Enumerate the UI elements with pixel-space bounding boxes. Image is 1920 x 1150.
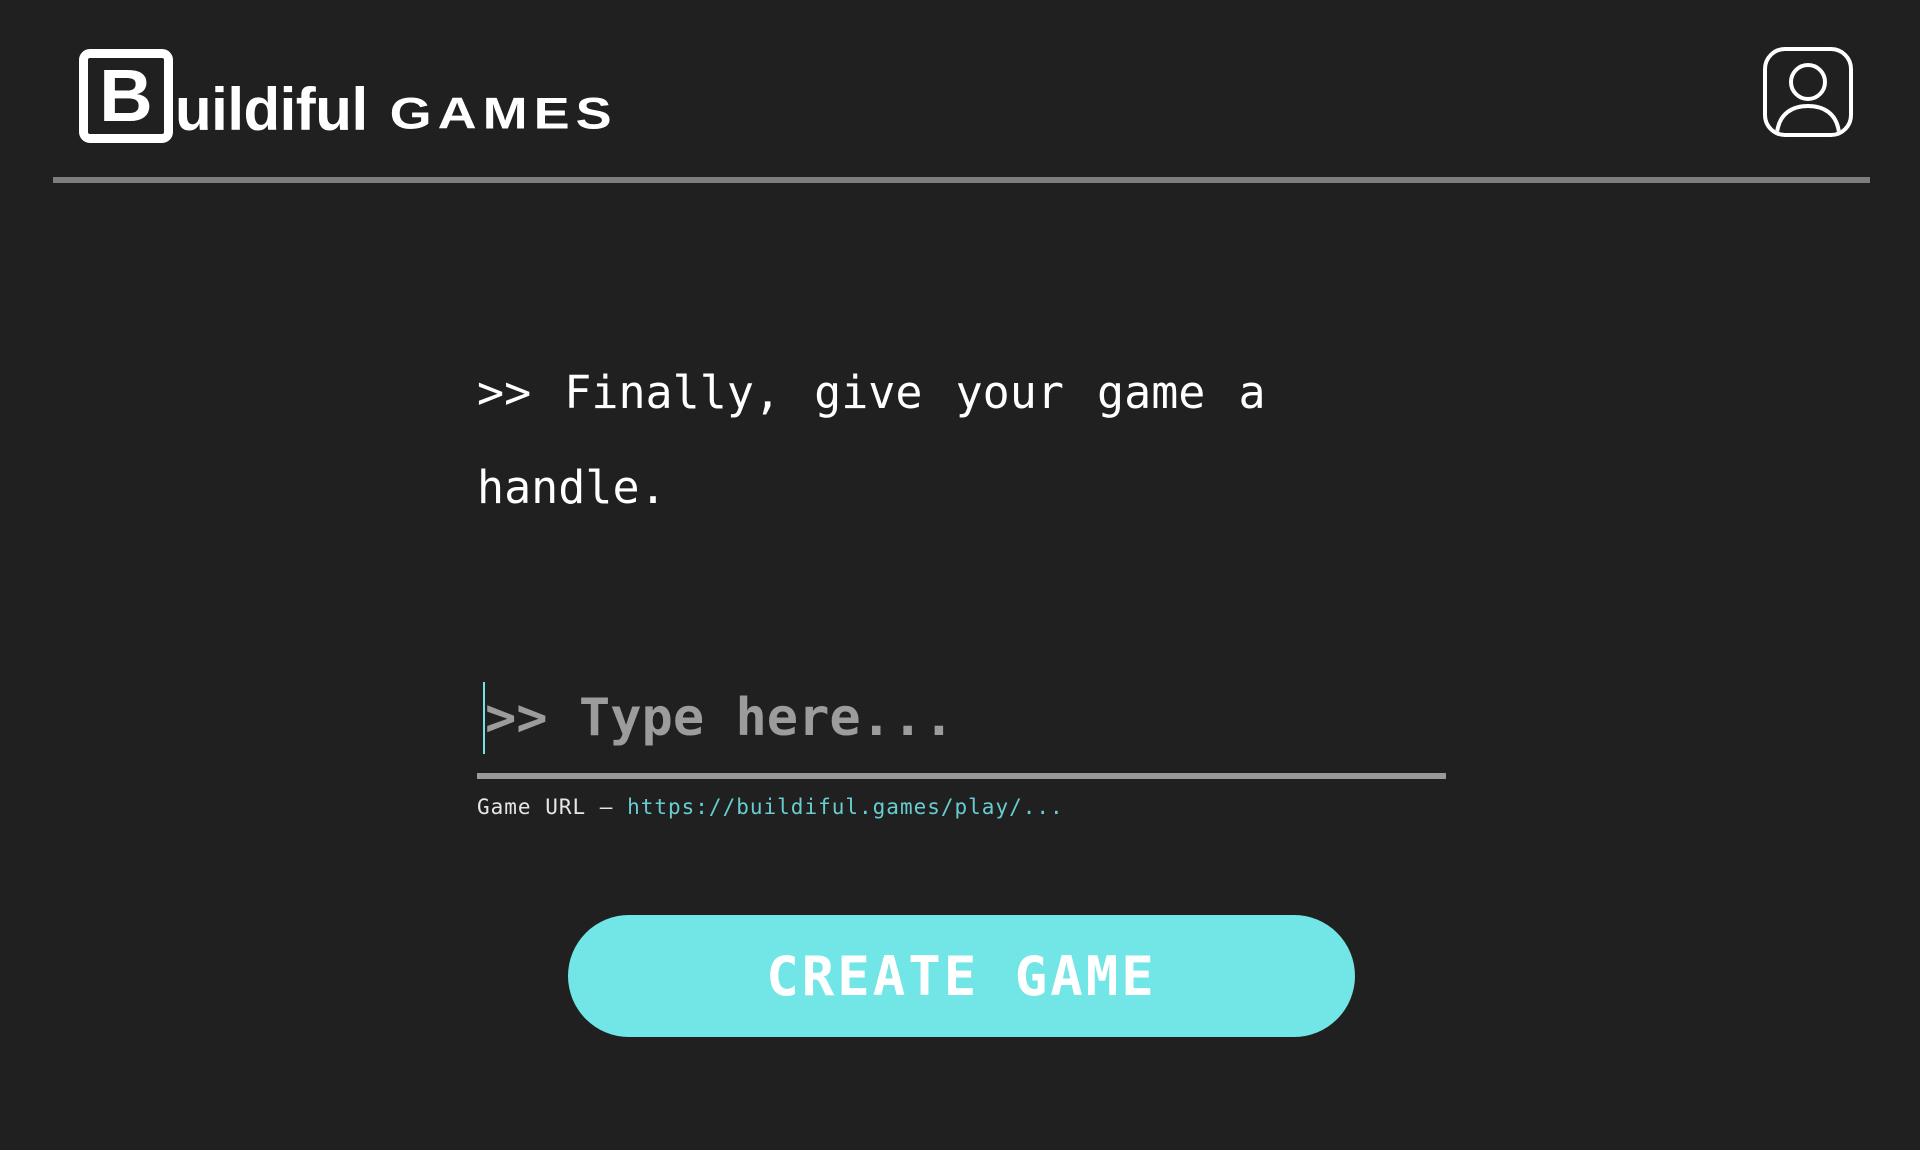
game-url-value: https://buildiful.games/play/... (627, 795, 1064, 819)
buildiful-games-logo[interactable]: B uildiful GAMES (79, 42, 618, 144)
logo-word: uildiful (175, 76, 368, 143)
game-url-line: Game URL – https://buildiful.games/play/… (477, 794, 1064, 820)
game-url-label: Game URL – (477, 795, 628, 819)
prompt-line-2: handle. (477, 461, 667, 514)
logo-games: GAMES (389, 89, 618, 139)
handle-input-wrapper (477, 680, 1446, 780)
handle-input[interactable] (485, 680, 1435, 756)
prompt-line-1: >> Finally, give your game a (477, 366, 1266, 419)
handle-prompt: >> Finally, give your game a handle. (477, 345, 1377, 535)
profile-button[interactable] (1763, 47, 1853, 137)
header-divider (53, 177, 1870, 183)
logo-b-box: B (79, 49, 173, 143)
header: B uildiful GAMES (0, 0, 1920, 184)
logo-box-letter: B (99, 54, 153, 137)
create-game-button[interactable]: CREATE GAME (568, 915, 1355, 1037)
user-profile-icon (1775, 63, 1841, 133)
input-underline (477, 773, 1446, 779)
